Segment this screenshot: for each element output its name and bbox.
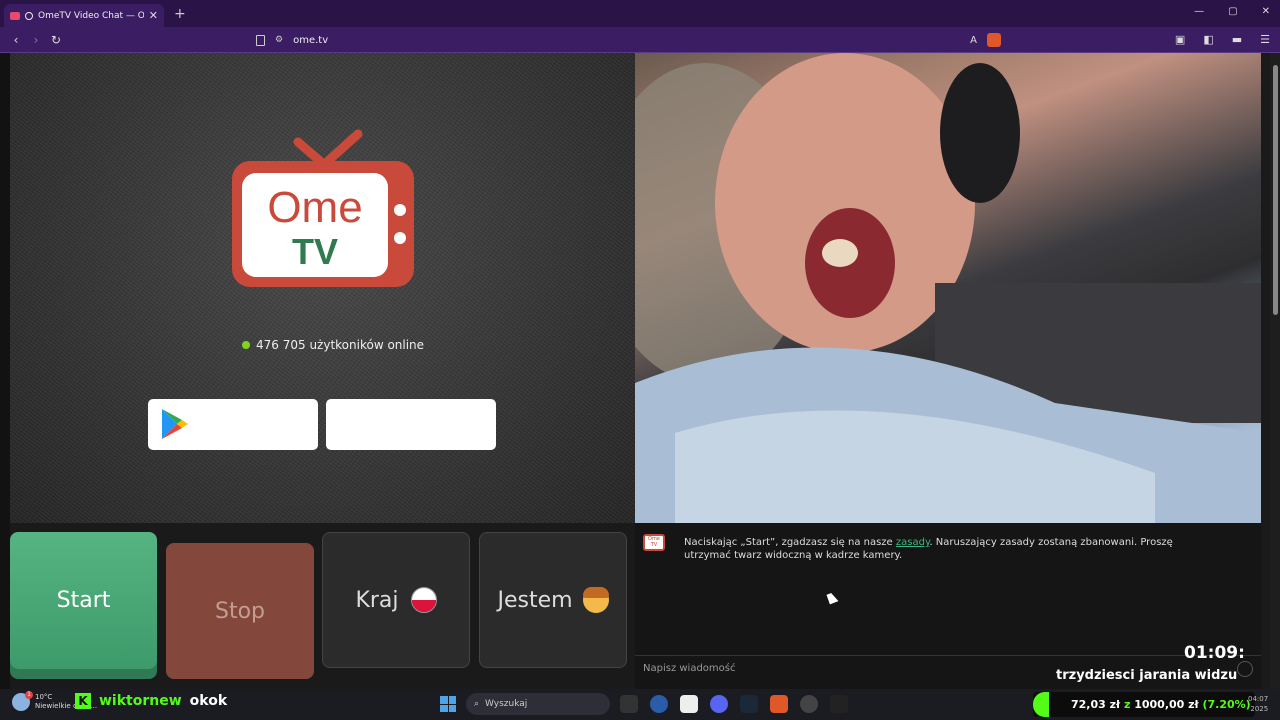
- notion-icon[interactable]: [680, 695, 698, 713]
- start-button[interactable]: Start: [10, 532, 157, 669]
- logo-ome-text: Ome: [267, 183, 362, 232]
- kick-extra-text: okok: [189, 693, 228, 709]
- obs-icon[interactable]: [800, 695, 818, 713]
- tab-favicon-icon: [10, 11, 20, 20]
- online-dot-icon: [242, 341, 250, 349]
- bookmark-icon[interactable]: [256, 34, 265, 46]
- stop-button[interactable]: Stop: [166, 543, 314, 679]
- close-window-button[interactable]: ✕: [1262, 6, 1270, 17]
- google-play-button[interactable]: [148, 399, 318, 450]
- ometv-logo: Ome TV: [232, 129, 414, 287]
- toolbar-actions: ▣ ◧ ▬ ☰: [1175, 33, 1270, 46]
- donation-goal-overlay: 72,03 zł z 1000,00 zł (7.20%): [1033, 692, 1255, 717]
- chat-system-message: Naciskając „Start”, zgadzasz się na nasz…: [684, 536, 1204, 562]
- rules-link[interactable]: zasady: [896, 537, 930, 548]
- gender-button[interactable]: Jestem: [479, 532, 627, 668]
- country-button[interactable]: Kraj: [322, 532, 470, 668]
- remote-video-frame: [635, 53, 1261, 523]
- stream-timer: 01:09:: [1184, 643, 1245, 663]
- online-counter: 476 705 użytkoników online: [242, 338, 424, 352]
- new-tab-button[interactable]: +: [174, 6, 186, 22]
- brave-shields-icon[interactable]: [987, 33, 1001, 47]
- taskbar-apps: [620, 695, 848, 713]
- vpn-icon[interactable]: ▬: [1232, 33, 1242, 46]
- search-label: Wyszukaj: [485, 699, 528, 709]
- app-store-button[interactable]: [326, 399, 496, 450]
- stream-caption: trzydziesci jarania widzu: [1056, 668, 1238, 683]
- translate-icon[interactable]: A: [970, 35, 977, 46]
- discord-icon[interactable]: [710, 695, 728, 713]
- google-play-icon: [162, 409, 188, 439]
- stop-label: Stop: [214, 598, 265, 624]
- navigation-bar: ‹ › ↻ ⚙ ome.tv A ▣ ◧ ▬ ☰: [0, 27, 1280, 53]
- goal-current: 72,03 zł: [1071, 698, 1121, 711]
- back-icon[interactable]: ‹: [6, 33, 26, 47]
- terminal-icon[interactable]: [620, 695, 638, 713]
- taskbar-search[interactable]: ⌕ Wyszukaj: [466, 693, 610, 715]
- clock-time: 04:07: [1248, 695, 1269, 703]
- title-bar: OmeTV Video Chat — Omeg ✕ + — ▢ ✕: [0, 0, 1280, 27]
- clock-date: 2025: [1250, 705, 1269, 713]
- wallet-icon[interactable]: ▣: [1175, 33, 1185, 46]
- browser-tab[interactable]: OmeTV Video Chat — Omeg ✕: [4, 4, 164, 27]
- local-video-pane: Ome TV 476 705 użytkoników online: [10, 53, 635, 523]
- poland-flag-icon: [410, 587, 437, 613]
- steam-icon[interactable]: [740, 695, 758, 713]
- logo-tv-text: TV: [292, 231, 338, 272]
- chat-ometv-icon: Ome TV: [643, 534, 665, 551]
- goal-target: 1000,00 zł: [1134, 698, 1199, 711]
- goal-percent: (7.20%): [1202, 698, 1251, 711]
- search-icon: ⌕: [474, 699, 480, 709]
- tab-close-icon[interactable]: ✕: [149, 9, 158, 22]
- page-scrollbar[interactable]: [1270, 53, 1280, 689]
- country-label: Kraj: [355, 587, 399, 613]
- page-content: Ome TV 476 705 użytkoników online Start …: [10, 53, 1270, 689]
- edge-icon[interactable]: [650, 695, 668, 713]
- send-icon[interactable]: [1237, 661, 1253, 677]
- forward-icon[interactable]: ›: [26, 33, 46, 47]
- weather-icon: [12, 691, 33, 711]
- start-label: Start: [56, 588, 111, 613]
- goal-separator: z: [1123, 698, 1131, 711]
- brave-icon[interactable]: [770, 695, 788, 713]
- windows-start-icon[interactable]: [440, 696, 456, 712]
- reload-icon[interactable]: ↻: [46, 33, 66, 47]
- site-info-icon[interactable]: ⚙: [275, 35, 283, 45]
- boy-emoji-icon: [582, 587, 609, 613]
- chat-panel: Ome TV Naciskając „Start”, zgadzasz się n…: [635, 523, 1261, 689]
- chat-message-prefix: Naciskając „Start”, zgadzasz się na nasz…: [684, 537, 896, 548]
- system-clock[interactable]: 04:07 2025: [1248, 694, 1268, 714]
- menu-icon[interactable]: ☰: [1260, 33, 1270, 46]
- kick-overlay: K wiktornew okok: [75, 693, 227, 709]
- window-controls: — ▢ ✕: [1194, 6, 1270, 17]
- tab-title: OmeTV Video Chat — Omeg: [38, 10, 144, 21]
- address-bar[interactable]: ⚙ ome.tv A: [256, 31, 1001, 49]
- kick-username: wiktornew: [99, 693, 182, 709]
- sidebar-icon[interactable]: ◧: [1203, 33, 1213, 46]
- taskbar: 10°C Niewielkie opad... K wiktornew okok…: [0, 689, 1280, 720]
- remote-video-pane: [635, 53, 1261, 523]
- kick-icon: K: [75, 693, 91, 709]
- recording-indicator-icon: [25, 11, 33, 20]
- online-count-text: 476 705 użytkoników online: [256, 338, 425, 352]
- goal-progress-bar: [1033, 692, 1049, 717]
- app-icon[interactable]: [830, 695, 848, 713]
- gender-label: Jestem: [497, 587, 573, 613]
- url-text[interactable]: ome.tv: [293, 35, 328, 46]
- minimize-button[interactable]: —: [1194, 6, 1204, 17]
- maximize-button[interactable]: ▢: [1228, 6, 1237, 17]
- mouse-cursor-icon: [826, 591, 839, 605]
